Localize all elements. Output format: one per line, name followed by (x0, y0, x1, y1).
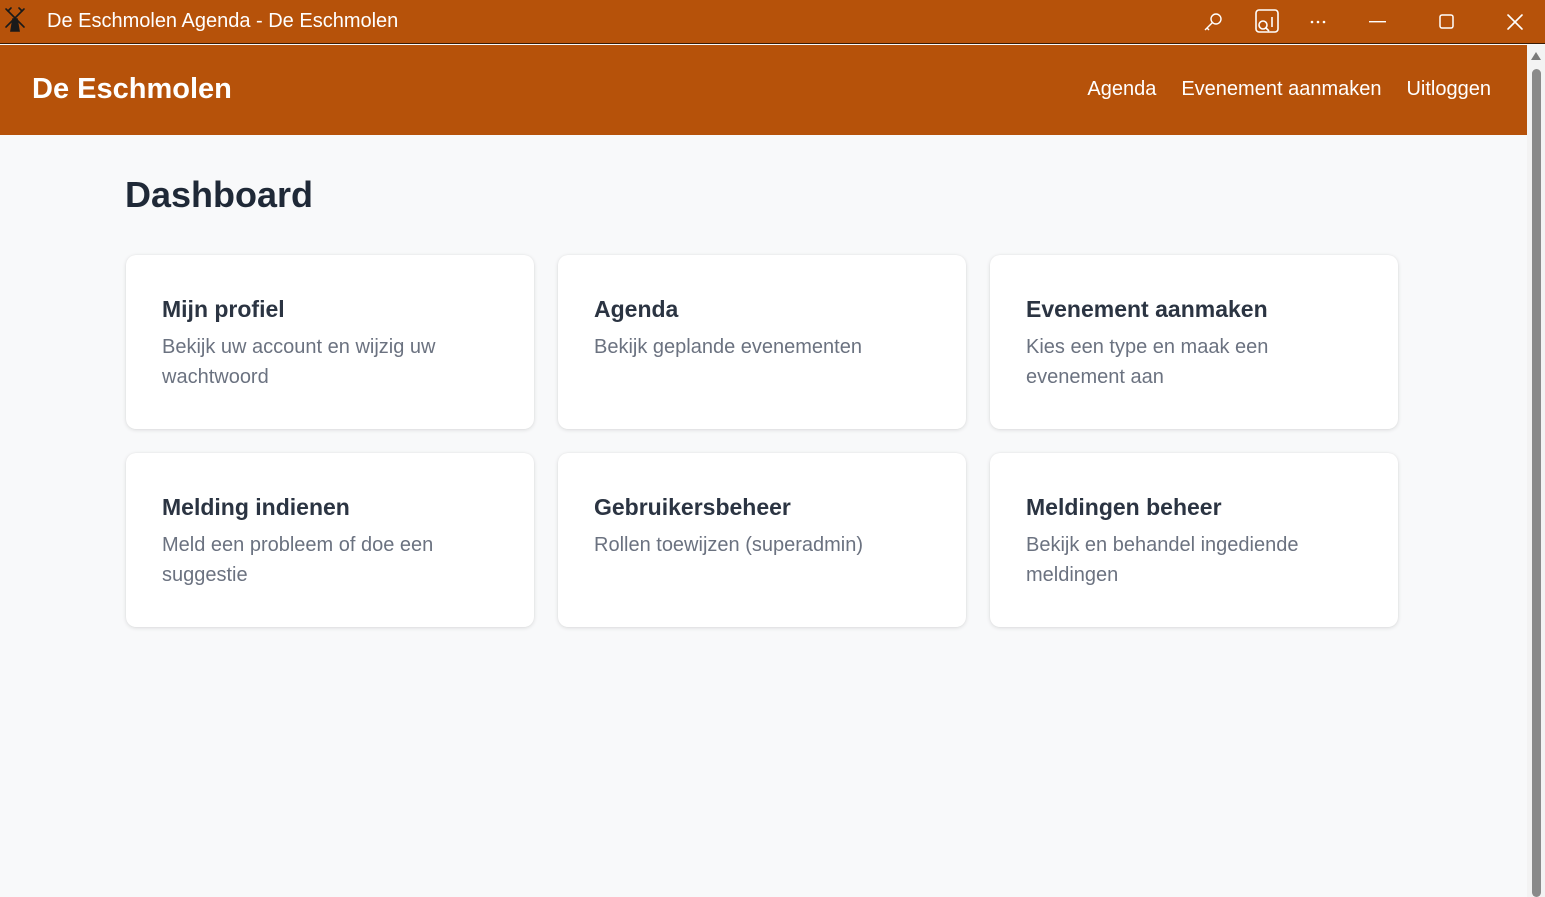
card-title: Melding indienen (162, 494, 350, 520)
nav-link-uitloggen[interactable]: Uitloggen (1406, 77, 1491, 101)
nav-link-evenement-aanmaken[interactable]: Evenement aanmaken (1181, 77, 1381, 101)
key-icon[interactable] (1198, 0, 1228, 44)
brand-title[interactable]: De Eschmolen (32, 72, 232, 106)
card-melding-indienen[interactable]: Melding indienen Meld een probleem of do… (126, 453, 534, 627)
card-description: Bekijk geplande evenementen (594, 336, 862, 358)
card-title: Evenement aanmaken (1026, 296, 1268, 322)
main-nav: Agenda Evenement aanmaken Uitloggen (1087, 77, 1491, 101)
card-title: Gebruikersbeheer (594, 494, 791, 520)
nav-link-agenda[interactable]: Agenda (1087, 77, 1156, 101)
vertical-scrollbar[interactable] (1527, 45, 1545, 897)
card-title: Mijn profiel (162, 296, 285, 322)
window-title: De Eschmolen Agenda - De Eschmolen (47, 10, 399, 32)
cast-icon[interactable] (1250, 0, 1284, 44)
card-description: Meld een probleem of doe een suggestie (162, 534, 434, 586)
app-header: De Eschmolen Agenda Evenement aanmaken U… (0, 45, 1527, 135)
maximize-icon[interactable] (1430, 0, 1464, 44)
card-description: Kies een type en maak een evenement aan (1026, 336, 1269, 388)
close-icon[interactable] (1498, 0, 1532, 44)
card-evenement-aanmaken[interactable]: Evenement aanmaken Kies een type en maak… (990, 255, 1398, 429)
scrollbar-thumb[interactable] (1532, 69, 1541, 897)
minimize-icon[interactable] (1360, 0, 1396, 44)
card-description: Rollen toewijzen (superadmin) (594, 534, 864, 556)
window-titlebar: De Eschmolen Agenda - De Eschmolen (0, 0, 1545, 44)
card-title: Meldingen beheer (1026, 494, 1222, 520)
card-description: Bekijk en behandel ingediende meldingen (1026, 534, 1299, 586)
card-meldingen-beheer[interactable]: Meldingen beheer Bekijk en behandel inge… (990, 453, 1398, 627)
dashboard-grid: Mijn profiel Bekijk uw account en wijzig… (126, 255, 1398, 627)
scroll-up-arrow-icon[interactable] (1531, 52, 1541, 60)
card-description: Bekijk uw account en wijzig uw wachtwoor… (162, 336, 436, 388)
card-title: Agenda (594, 296, 679, 322)
card-agenda[interactable]: Agenda Bekijk geplande evenementen (558, 255, 966, 429)
more-icon[interactable] (1304, 0, 1332, 44)
page-title: Dashboard (125, 174, 314, 215)
windmill-icon (3, 7, 27, 33)
card-mijn-profiel[interactable]: Mijn profiel Bekijk uw account en wijzig… (126, 255, 534, 429)
card-gebruikersbeheer[interactable]: Gebruikersbeheer Rollen toewijzen (super… (558, 453, 966, 627)
